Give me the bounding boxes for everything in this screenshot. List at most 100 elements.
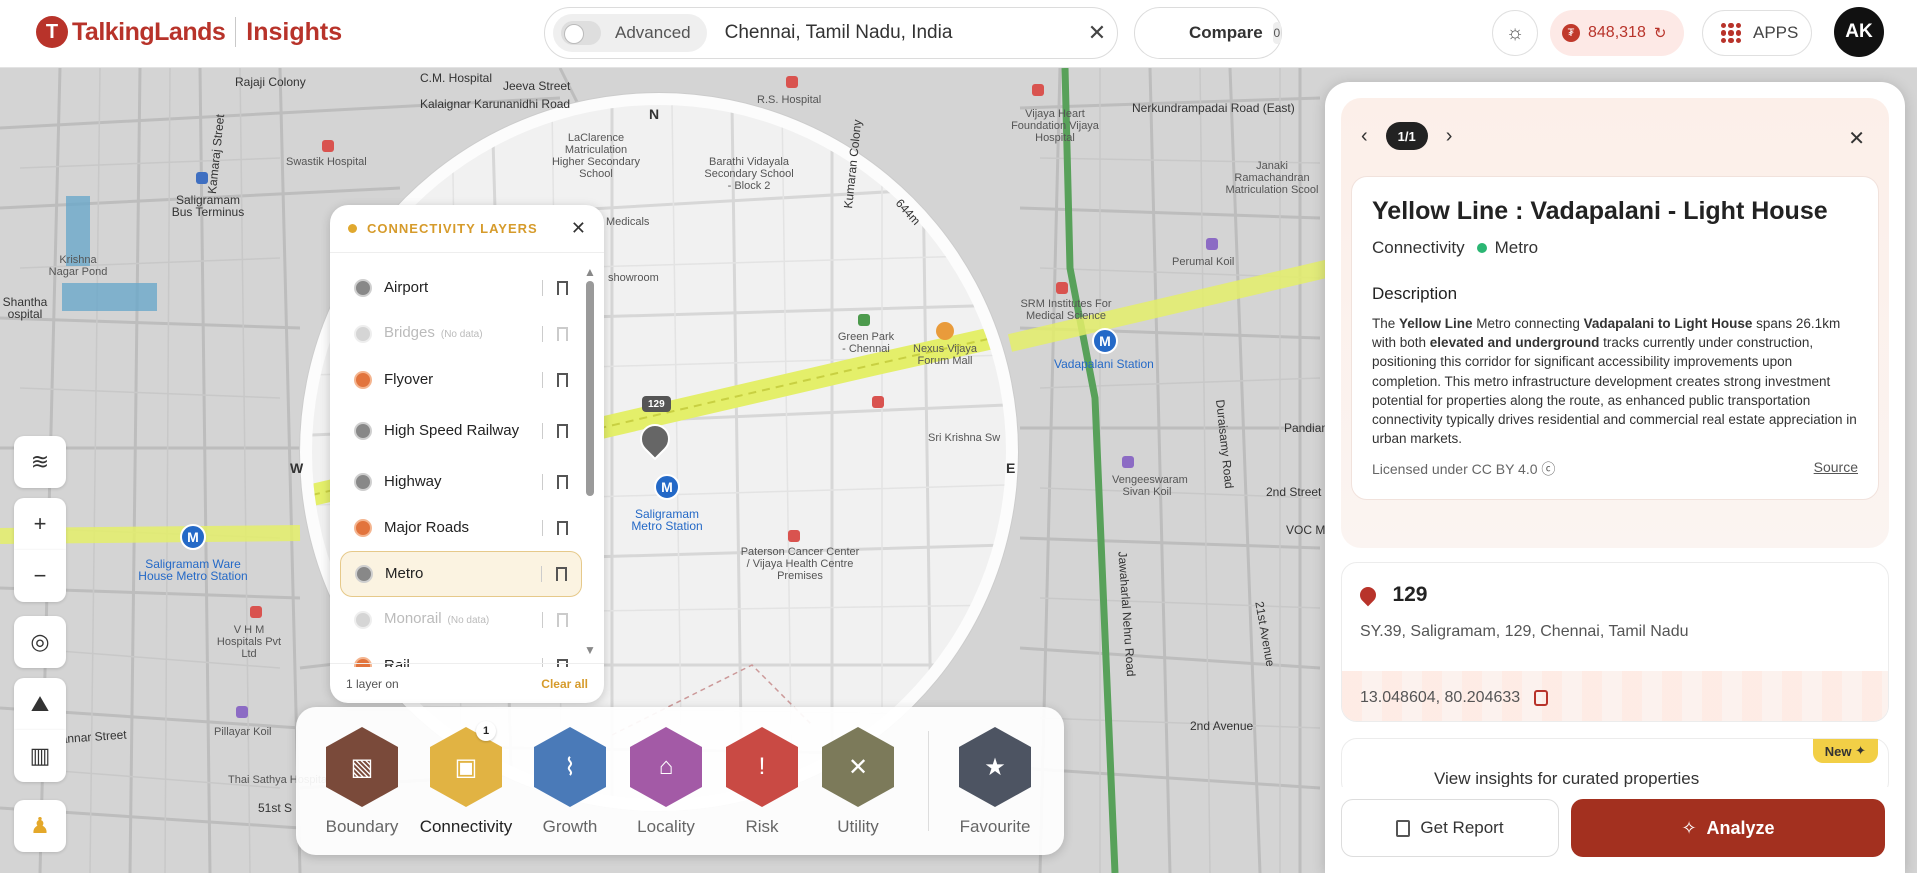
metro-station-icon[interactable]: M (654, 474, 680, 500)
new-badge: New ✦ (1812, 739, 1878, 763)
park-icon[interactable] (858, 314, 870, 326)
feature-category: Connectivity (1372, 238, 1465, 257)
bookmark-icon[interactable] (557, 373, 568, 387)
compass-east: E (1006, 460, 1016, 476)
layer-item-high-speed-railway[interactable]: High Speed Railway (340, 403, 582, 459)
map-view-icon[interactable]: ▥ (14, 730, 66, 782)
clear-search-icon[interactable]: ✕ (1077, 20, 1117, 46)
temple-icon[interactable] (1122, 456, 1134, 468)
category-label: Risk (745, 817, 779, 836)
category-utility[interactable]: ✕ Utility (810, 727, 906, 837)
locate-me-icon[interactable]: ◎ (14, 616, 66, 668)
layers-stack-icon[interactable]: ≋ (14, 436, 66, 488)
clear-all-button[interactable]: Clear all (541, 677, 588, 691)
refresh-icon[interactable]: ↻ (1654, 24, 1667, 42)
bus-icon[interactable] (196, 172, 208, 184)
scroll-up-icon[interactable]: ▲ (584, 265, 596, 279)
category-label: Boundary (325, 817, 399, 836)
user-avatar[interactable]: AK (1834, 7, 1884, 57)
map-label: Saligramam Ware House Metro Station (138, 557, 248, 583)
bookmark-icon[interactable] (556, 567, 567, 581)
layer-label: Monorail (No data) (384, 610, 542, 630)
chevron-right-icon[interactable]: › (1446, 125, 1453, 148)
layers-scrollbar[interactable] (586, 281, 594, 496)
copy-icon[interactable] (1534, 689, 1549, 706)
layers-on-count: 1 layer on (346, 676, 399, 691)
scroll-down-icon[interactable]: ▼ (584, 643, 596, 657)
temple-icon[interactable] (1206, 238, 1218, 250)
hospital-icon[interactable] (1056, 282, 1068, 294)
mall-icon[interactable] (936, 322, 954, 340)
layer-item-highway[interactable]: Highway (340, 459, 582, 505)
bookmark-icon[interactable] (557, 424, 568, 438)
coordinates-value: 13.048604, 80.204633 (1360, 689, 1521, 706)
plot-card: 129 SY.39, Saligramam, 129, Chennai, Tam… (1341, 562, 1889, 722)
search-input[interactable]: Chennai, Tamil Nadu, India (725, 22, 1077, 44)
layers-panel-footer: 1 layer on Clear all (330, 663, 604, 703)
map-label: Nerkundrampadai Road (East) (1132, 101, 1295, 115)
hospital-icon[interactable] (786, 76, 798, 88)
advanced-toggle[interactable]: Advanced (553, 14, 707, 52)
bookmark-icon[interactable] (557, 475, 568, 489)
category-label: Locality (637, 817, 695, 836)
bookmark-icon (557, 327, 568, 341)
map-label: Kalaignar Karunanidhi Road (420, 97, 571, 111)
compass-north: N (649, 106, 660, 122)
category-risk[interactable]: ! Risk (714, 727, 810, 837)
category-favourite[interactable]: ★ Favourite (947, 727, 1043, 837)
bookmark-icon[interactable] (557, 521, 568, 535)
apps-label: APPS (1753, 23, 1799, 42)
zoom-in-icon[interactable]: + (14, 498, 66, 550)
category-growth[interactable]: ⌇ Growth (522, 727, 618, 837)
category-label: Favourite (959, 817, 1031, 836)
hospital-icon[interactable] (322, 140, 334, 152)
map-label: R.S. Hospital (757, 94, 822, 106)
document-icon (1396, 819, 1411, 837)
highway-layer-icon (354, 473, 372, 491)
category-label: Connectivity (419, 817, 513, 836)
theme-toggle-sun-icon[interactable]: ☼ (1492, 10, 1538, 56)
layer-item-airport[interactable]: Airport (340, 265, 582, 311)
map-label: Saligramam Bus Terminus (171, 193, 245, 219)
category-boundary[interactable]: ▧ Boundary (314, 727, 410, 837)
compare-button[interactable]: Compare 0 (1134, 7, 1282, 59)
close-icon[interactable]: ✕ (571, 218, 586, 239)
metro-station-icon[interactable]: M (1092, 328, 1118, 354)
hospital-icon[interactable] (250, 606, 262, 618)
apps-button[interactable]: APPS (1702, 10, 1812, 56)
get-report-button[interactable]: Get Report (1341, 799, 1559, 857)
bookmark-icon[interactable] (557, 281, 568, 295)
chevron-left-icon[interactable]: ‹ (1361, 125, 1368, 148)
layer-item-major-roads[interactable]: Major Roads (340, 505, 582, 551)
map-label: Pillayar Koil (214, 726, 272, 738)
credits-pill[interactable]: ₮ 848,318 ↻ (1550, 10, 1684, 56)
category-connectivity[interactable]: ▣ 1 Connectivity (418, 721, 514, 837)
map-label: Barathi Vidayala Secondary School - Bloc… (704, 156, 794, 192)
map-label: Perumal Koil (1172, 256, 1235, 268)
toggle-switch-icon[interactable] (561, 21, 601, 45)
layer-label: Metro (385, 565, 424, 582)
analyze-button[interactable]: ✧ Analyze (1571, 799, 1885, 857)
zoom-out-icon[interactable]: − (14, 550, 66, 602)
plot-address: SY.39, Saligramam, 129, Chennai, Tamil N… (1360, 623, 1689, 640)
hospital-icon[interactable] (872, 396, 884, 408)
map-label: C.M. Hospital (420, 71, 493, 85)
license-row: Licensed under CC BY 4.0 ⓒ Source (1372, 459, 1858, 479)
source-link[interactable]: Source (1814, 459, 1858, 479)
street-view-pegman-icon[interactable]: ♟ (14, 800, 66, 852)
metro-station-icon[interactable]: M (180, 524, 206, 550)
layer-item-metro[interactable]: Metro (340, 551, 582, 597)
coin-icon: ₮ (1562, 24, 1580, 42)
category-locality[interactable]: ⌂ Locality (618, 727, 714, 837)
feature-title: Yellow Line : Vadapalani - Light House (1372, 197, 1828, 225)
layer-item-flyover[interactable]: Flyover (340, 357, 582, 403)
hospital-icon[interactable] (1032, 84, 1044, 96)
hospital-icon[interactable] (788, 530, 800, 542)
analyze-label: Analyze (1706, 817, 1775, 838)
temple-icon[interactable] (236, 706, 248, 718)
close-icon[interactable]: ✕ (1848, 126, 1865, 151)
map-label: showroom (608, 272, 659, 284)
divider (541, 566, 542, 582)
app-logo[interactable]: T TalkingLands Insights (36, 14, 342, 50)
terrain-icon[interactable]: ⛰ (14, 678, 66, 730)
